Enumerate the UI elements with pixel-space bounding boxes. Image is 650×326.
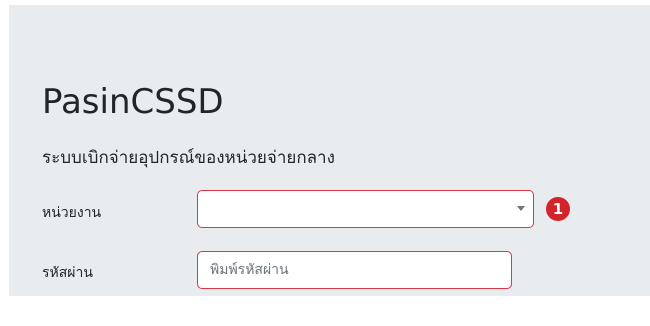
step-number-badge: 1 <box>546 197 570 221</box>
chevron-down-icon <box>517 206 525 211</box>
password-input[interactable] <box>197 251 512 289</box>
password-label: รหัสผ่าน <box>42 265 93 281</box>
app-title: PasinCSSD <box>42 82 224 122</box>
department-select[interactable] <box>197 190 534 228</box>
department-label: หน่วยงาน <box>42 205 102 221</box>
app-subtitle: ระบบเบิกจ่ายอุปกรณ์ของหน่วยจ่ายกลาง <box>42 148 335 168</box>
